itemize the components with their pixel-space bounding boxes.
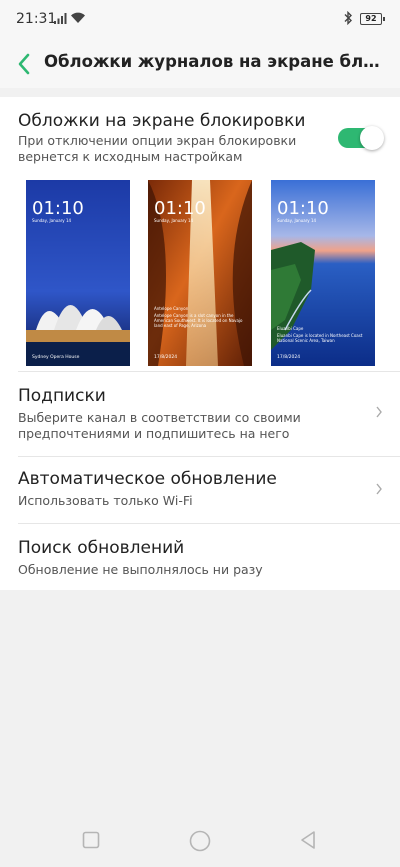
preview-date: Sunday, January 14 bbox=[154, 218, 194, 223]
divider bbox=[18, 523, 400, 524]
check-updates-subtitle: Обновление не выполнялось ни разу bbox=[18, 562, 263, 577]
triangle-back-icon[interactable] bbox=[299, 830, 317, 850]
divider bbox=[18, 371, 400, 372]
lockscreen-subtitle-line2: вернется к исходным настройкам bbox=[18, 149, 243, 164]
check-updates-title: Поиск обновлений bbox=[18, 538, 185, 558]
preview-time: 01:10 bbox=[32, 198, 84, 219]
chevron-right-icon bbox=[376, 406, 382, 418]
signal-icon bbox=[54, 13, 67, 24]
preview-time: 01:10 bbox=[154, 198, 206, 219]
divider bbox=[18, 456, 400, 457]
battery-icon: 92 bbox=[360, 13, 385, 25]
back-arrow-icon[interactable] bbox=[14, 49, 36, 79]
check-updates-setting[interactable]: Поиск обновлений Обновление не выполняло… bbox=[18, 538, 368, 578]
square-icon[interactable] bbox=[82, 831, 100, 849]
wifi-icon bbox=[71, 12, 85, 23]
preview-date: Sunday, January 14 bbox=[32, 218, 72, 223]
lockscreen-covers-subtitle: При отключении опции экран блокировки ве… bbox=[18, 133, 328, 165]
subscriptions-setting[interactable]: Подписки Выберите канал в соответствии с… bbox=[18, 386, 368, 442]
preview-caption: Sydney Opera House bbox=[32, 355, 80, 360]
status-time: 21:31 bbox=[16, 11, 57, 27]
page-title: Обложки журналов на экране блоки... bbox=[44, 52, 384, 71]
auto-update-title: Автоматическое обновление bbox=[18, 469, 277, 489]
subscriptions-subtitle-line2: предпочтениями и подпишитесь на него bbox=[18, 426, 290, 441]
subscriptions-subtitle-line1: Выберите канал в соответствии со своими bbox=[18, 410, 301, 425]
circle-icon[interactable] bbox=[189, 830, 211, 852]
preview-time: 01:10 bbox=[277, 198, 329, 219]
lockscreen-covers-toggle[interactable] bbox=[338, 126, 384, 150]
cover-preview-antelope[interactable]: 01:10 Sunday, January 14 Antelope Canyon… bbox=[148, 180, 252, 366]
cover-preview-eluanbi[interactable]: 01:10 Sunday, January 14 Eluanbi Cape El… bbox=[271, 180, 375, 366]
lockscreen-covers-setting[interactable]: Обложки на экране блокировки При отключе… bbox=[18, 111, 328, 165]
auto-update-setting[interactable]: Автоматическое обновление Использовать т… bbox=[18, 469, 368, 509]
subscriptions-subtitle: Выберите канал в соответствии со своими … bbox=[18, 410, 368, 442]
preview-counter: 17/8/2024 bbox=[154, 355, 178, 360]
toggle-knob bbox=[360, 126, 384, 150]
preview-date: Sunday, January 14 bbox=[277, 218, 317, 223]
system-nav-bar bbox=[0, 813, 400, 867]
lockscreen-subtitle-line1: При отключении опции экран блокировки bbox=[18, 133, 297, 148]
subscriptions-title: Подписки bbox=[18, 386, 106, 406]
preview-caption: Eluanbi Cape bbox=[277, 326, 304, 331]
cover-preview-sydney[interactable]: 01:10 Sunday, January 14 Sydney Opera Ho… bbox=[26, 180, 130, 366]
battery-level: 92 bbox=[365, 14, 377, 23]
status-bar: 21:31 92 bbox=[0, 0, 400, 40]
cover-previews: 01:10 Sunday, January 14 Sydney Opera Ho… bbox=[18, 180, 400, 370]
preview-caption: Antelope Canyon bbox=[154, 306, 189, 311]
lockscreen-covers-title: Обложки на экране блокировки bbox=[18, 111, 306, 131]
preview-counter: 17/8/2024 bbox=[277, 355, 301, 360]
chevron-right-icon bbox=[376, 483, 382, 495]
preview-description: Eluanbi Cape is located in Northeast Coa… bbox=[277, 333, 363, 343]
preview-description: Antelope Canyon is a slot canyon in the … bbox=[154, 313, 243, 328]
bluetooth-icon bbox=[344, 11, 352, 25]
app-header: Обложки журналов на экране блоки... bbox=[0, 40, 400, 88]
auto-update-subtitle: Использовать только Wi-Fi bbox=[18, 493, 193, 508]
